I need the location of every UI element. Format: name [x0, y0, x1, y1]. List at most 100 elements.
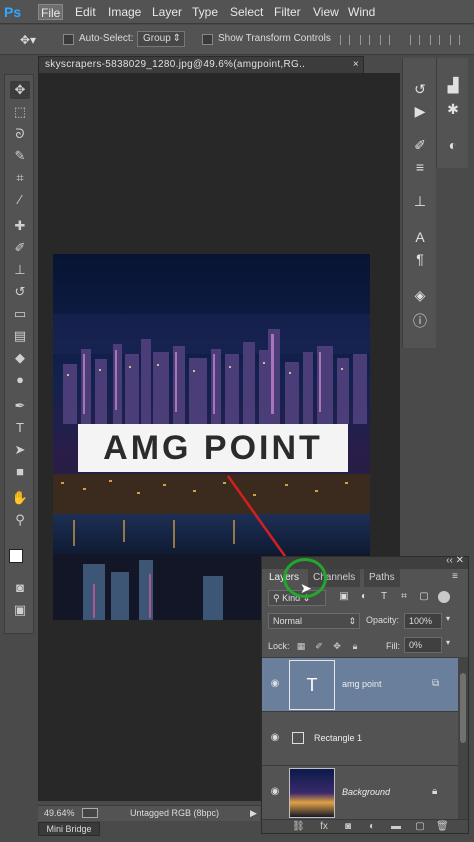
visibility-eye-icon[interactable]: ◉ [268, 678, 282, 690]
align-middle-icon[interactable] [360, 35, 370, 45]
lock-pixels-icon[interactable]: ✐ [314, 641, 324, 651]
zoom-tool-icon[interactable]: ⚲ [10, 511, 30, 529]
opacity-dropdown-icon[interactable]: ▾ [446, 614, 450, 623]
zoom-level[interactable]: 49.64% [44, 806, 75, 821]
healing-brush-tool-icon[interactable]: ✚ [10, 217, 30, 235]
menu-window[interactable]: Wind [346, 4, 377, 20]
menu-select[interactable]: Select [228, 4, 265, 20]
visibility-eye-icon[interactable]: ◉ [268, 732, 282, 744]
styles-icon[interactable]: ✱ [444, 100, 462, 118]
layer-name[interactable]: Rectangle 1 [314, 733, 362, 743]
layer-row-amg-point[interactable]: ◉ T amg point ⧉ [262, 657, 458, 711]
quick-mask-icon[interactable]: ◙ [10, 579, 30, 597]
marquee-tool-icon[interactable]: ⬚ [10, 103, 30, 121]
align-left-icon[interactable] [410, 35, 420, 45]
screen-mode-icon[interactable]: ▣ [10, 601, 30, 619]
adjustment-filter-icon[interactable]: ◐ [358, 591, 370, 603]
align-top-icon[interactable] [340, 35, 350, 45]
lasso-tool-icon[interactable]: ᘐ [10, 125, 30, 143]
lock-all-icon[interactable]: 🔒︎ [350, 641, 360, 651]
blend-mode-dropdown[interactable]: Normal ⇕ [268, 613, 360, 629]
menu-image[interactable]: Image [106, 4, 143, 20]
stamp-tool-icon[interactable]: ⊥ [10, 261, 30, 279]
close-tab-icon[interactable]: × [353, 57, 359, 73]
pen-tool-icon[interactable]: ✒ [10, 397, 30, 415]
brush-panel-icon[interactable]: ✐ [411, 136, 429, 154]
adjustments-icon[interactable]: ▟ [444, 76, 462, 94]
menu-filter[interactable]: Filter [272, 4, 303, 20]
type-filter-icon[interactable]: T [378, 591, 390, 603]
menu-layer[interactable]: Layer [150, 4, 184, 20]
blend-mode-value: Normal [273, 616, 303, 626]
eyedropper-tool-icon[interactable]: ⁄ [10, 191, 30, 209]
align-center-icon[interactable] [430, 35, 440, 45]
filter-toggle-icon[interactable] [438, 591, 450, 603]
eraser-tool-icon[interactable]: ▭ [10, 305, 30, 323]
brush-tool-icon[interactable]: ✐ [10, 239, 30, 257]
shape-layer-thumbnail [292, 732, 304, 744]
character-panel-icon[interactable]: A [411, 228, 429, 246]
dodge-tool-icon[interactable]: ● [10, 371, 30, 389]
blur-tool-icon[interactable]: ◆ [10, 349, 30, 367]
lock-label: Lock: [268, 641, 290, 651]
history-brush-tool-icon[interactable]: ↺ [10, 283, 30, 301]
layer-name[interactable]: Background [342, 787, 390, 797]
foreground-color-swatch[interactable] [9, 549, 23, 563]
tab-paths[interactable]: Paths [364, 569, 400, 587]
transform-controls-checkbox[interactable] [202, 34, 213, 45]
document-tab[interactable]: skyscrapers-5838029_1280.jpg@49.6%(amgpo… [38, 56, 364, 73]
align-right-icon[interactable] [450, 35, 460, 45]
move-tool-preset-icon[interactable]: ✥▾ [20, 33, 36, 47]
add-mask-icon[interactable]: ◙ [342, 821, 354, 833]
shape-filter-icon[interactable]: ⌗ [398, 591, 410, 603]
clone-source-icon[interactable]: ⊥ [411, 192, 429, 210]
fill-input[interactable]: 0% [404, 637, 442, 653]
status-info-icon[interactable] [82, 808, 98, 818]
quick-select-tool-icon[interactable]: ✎ [10, 147, 30, 165]
paragraph-panel-icon[interactable]: ¶ [411, 250, 429, 268]
crop-tool-icon[interactable]: ⌗ [10, 169, 30, 187]
info-panel-icon[interactable]: ⓘ [411, 312, 429, 330]
hand-tool-icon[interactable]: ✋ [10, 489, 30, 507]
delete-layer-icon[interactable]: 🗑︎ [436, 821, 449, 833]
opacity-input[interactable]: 100% [404, 613, 442, 629]
gradient-tool-icon[interactable]: ▤ [10, 327, 30, 345]
layer-name[interactable]: amg point [342, 679, 382, 689]
type-tool-icon[interactable]: T [10, 419, 30, 437]
move-tool-icon[interactable]: ✥ [10, 81, 30, 99]
lock-transparency-icon[interactable]: ▦ [296, 641, 306, 651]
collapse-panel-icon[interactable]: ‹‹ ✕ [446, 555, 464, 566]
brush-presets-icon[interactable]: ≡ [411, 158, 429, 176]
layer-comps-icon[interactable]: ◈ [411, 286, 429, 304]
layer-style-fx-icon[interactable]: fx [318, 821, 330, 833]
menu-edit[interactable]: Edit [73, 4, 98, 20]
fill-dropdown-icon[interactable]: ▾ [446, 638, 450, 647]
smart-object-filter-icon[interactable]: ▢ [418, 591, 430, 603]
auto-select-dropdown[interactable]: Group ⇕ [137, 31, 185, 47]
color-panel-icon[interactable]: ◐ [444, 136, 462, 154]
visibility-eye-icon[interactable]: ◉ [268, 786, 282, 798]
panel-menu-icon[interactable]: ≡ [452, 571, 458, 582]
history-panel-icon[interactable]: ↺ [411, 80, 429, 98]
layer-row-rectangle-1[interactable]: ◉ Rectangle 1 [262, 711, 458, 765]
layers-panel-footer: ⛓ fx ◙ ◐ ▬ ▢ 🗑︎ [262, 819, 468, 833]
auto-select-checkbox[interactable] [63, 34, 74, 45]
new-group-icon[interactable]: ▬ [390, 821, 402, 833]
mini-bridge-tab[interactable]: Mini Bridge [38, 822, 100, 836]
actions-panel-icon[interactable]: ▶ [411, 102, 429, 120]
lock-position-icon[interactable]: ✥ [332, 641, 342, 651]
link-layers-icon[interactable]: ⛓ [292, 821, 305, 833]
new-layer-icon[interactable]: ▢ [414, 821, 426, 833]
pixel-filter-icon[interactable]: ▣ [338, 591, 350, 603]
text-banner-rectangle[interactable]: AMG POINT [78, 424, 348, 472]
menu-file[interactable]: File [38, 4, 64, 20]
path-select-tool-icon[interactable]: ➤ [10, 441, 30, 459]
menu-type[interactable]: Type [190, 4, 220, 20]
layer-row-background[interactable]: ◉ Background 🔒︎ [262, 765, 458, 819]
align-bottom-icon[interactable] [380, 35, 390, 45]
status-menu-arrow-icon[interactable]: ▶ [250, 806, 257, 821]
shape-tool-icon[interactable]: ■ [10, 463, 30, 481]
adjustment-layer-icon[interactable]: ◐ [366, 821, 378, 833]
layers-scrollbar-thumb[interactable] [460, 673, 466, 743]
menu-view[interactable]: View [311, 4, 341, 20]
